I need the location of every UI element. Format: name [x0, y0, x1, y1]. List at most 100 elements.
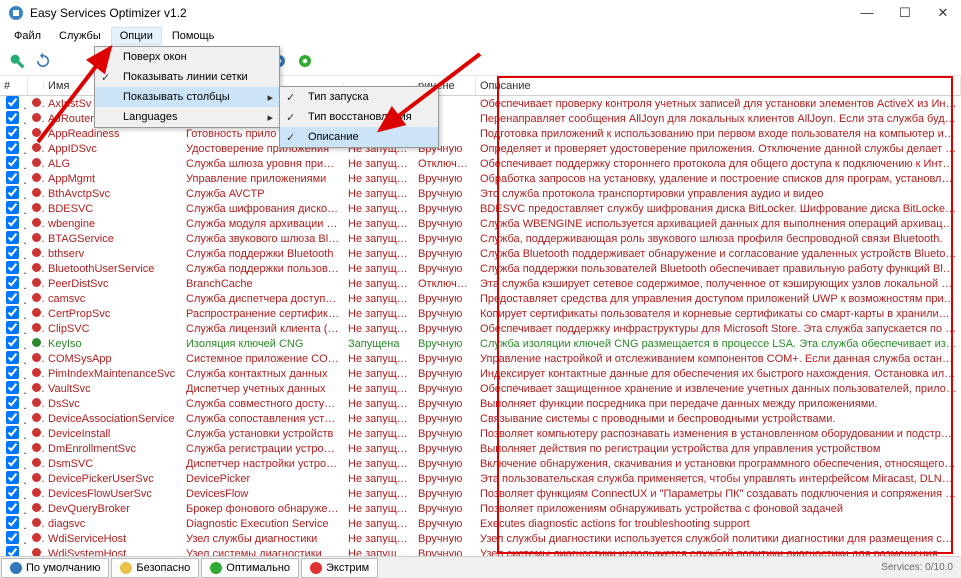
row-display: Служба сопоставления устро… — [182, 413, 344, 425]
menu-file[interactable]: Файл — [6, 28, 49, 44]
row-name: diagsvc — [44, 518, 182, 530]
preset-safe-button[interactable]: Безопасно — [111, 558, 199, 578]
row-startup: Вручную — [414, 518, 476, 530]
col-h-num[interactable]: # — [0, 77, 28, 95]
row-startup: Вручную — [414, 338, 476, 350]
row-checkbox[interactable] — [6, 366, 19, 379]
table-row[interactable]: 25DsmSVCДиспетчер настройки устрой…Не за… — [0, 456, 961, 471]
row-checkbox[interactable] — [6, 381, 19, 394]
row-checkbox[interactable] — [6, 441, 19, 454]
row-checkbox[interactable] — [6, 471, 19, 484]
wrench-icon[interactable] — [6, 50, 28, 72]
row-checkbox[interactable] — [6, 276, 19, 289]
row-checkbox[interactable] — [6, 111, 19, 124]
menu-item[interactable]: Languages▸ — [95, 107, 279, 127]
table-row[interactable]: 17KeyIsoИзоляция ключей CNGЗапущенаВручн… — [0, 336, 961, 351]
table-row[interactable]: 30WdiServiceHostУзел службы диагностикиН… — [0, 531, 961, 546]
table-row[interactable]: 7BthAvctpSvcСлужба AVCTPНе запущенаВручн… — [0, 186, 961, 201]
row-checkbox[interactable] — [6, 516, 19, 529]
row-checkbox[interactable] — [6, 291, 19, 304]
preset-extreme-button[interactable]: Экстрим — [301, 558, 378, 578]
table-row[interactable]: 14camsvcСлужба диспетчера доступа …Не за… — [0, 291, 961, 306]
table-row[interactable]: 15CertPropSvcРаспространение сертификата… — [0, 306, 961, 321]
gear-green-icon[interactable] — [294, 50, 316, 72]
table-row[interactable]: 16ClipSVCСлужба лицензий клиента (Cl…Не … — [0, 321, 961, 336]
row-checkbox[interactable] — [6, 216, 19, 229]
row-checkbox[interactable] — [6, 321, 19, 334]
preset-default-button[interactable]: По умолчанию — [1, 558, 109, 578]
row-checkbox[interactable] — [6, 456, 19, 469]
table-row[interactable]: 4AppIDSvcУдостоверение приложенияНе запу… — [0, 141, 961, 156]
table-row[interactable]: 26DevicePickerUserSvcDevicePickerНе запу… — [0, 471, 961, 486]
minimize-button[interactable]: — — [857, 5, 877, 21]
row-checkbox[interactable] — [6, 411, 19, 424]
table-row[interactable]: 23DeviceInstallСлужба установки устройст… — [0, 426, 961, 441]
table-row[interactable]: 29diagsvcDiagnostic Execution ServiceНе … — [0, 516, 961, 531]
preset-optimal-button[interactable]: Оптимально — [201, 558, 299, 578]
submenu-item[interactable]: ✓Тип восстановления — [280, 107, 438, 127]
table-row[interactable]: 20VaultSvcДиспетчер учетных данныхНе зап… — [0, 381, 961, 396]
row-checkbox[interactable] — [6, 171, 19, 184]
row-display: Диспетчер учетных данных — [182, 383, 344, 395]
row-description: Обеспечивает защищенное хранение и извле… — [476, 383, 961, 395]
menu-help[interactable]: Помощь — [164, 28, 223, 44]
row-checkbox[interactable] — [6, 426, 19, 439]
row-status: Не запущена — [344, 203, 414, 215]
row-checkbox[interactable] — [6, 336, 19, 349]
row-checkbox[interactable] — [6, 531, 19, 544]
table-row[interactable]: 18COMSysAppСистемное приложение COM+Не з… — [0, 351, 961, 366]
row-checkbox[interactable] — [6, 246, 19, 259]
table-row[interactable]: 21DsSvcСлужба совместного доступа…Не зап… — [0, 396, 961, 411]
row-checkbox[interactable] — [6, 231, 19, 244]
table-row[interactable]: 9wbengineСлужба модуля архивации на…Не з… — [0, 216, 961, 231]
row-checkbox[interactable] — [6, 141, 19, 154]
menu-item[interactable]: ✓Показывать линии сетки — [95, 67, 279, 87]
row-description: Выполняет функции посредника при передач… — [476, 398, 961, 410]
row-checkbox[interactable] — [6, 261, 19, 274]
refresh-icon[interactable] — [32, 50, 54, 72]
row-checkbox[interactable] — [6, 486, 19, 499]
table-row[interactable]: 13PeerDistSvcBranchCacheНе запущенаОтклю… — [0, 276, 961, 291]
menu-options[interactable]: Опции — [111, 27, 162, 45]
status-dot-icon — [28, 353, 44, 365]
row-display: Служба установки устройств — [182, 428, 344, 440]
menu-item[interactable]: Поверх окон — [95, 47, 279, 67]
row-checkbox[interactable] — [6, 126, 19, 139]
status-dot-icon — [28, 488, 44, 500]
submenu-item[interactable]: ✓Тип запуска — [280, 87, 438, 107]
row-checkbox[interactable] — [6, 396, 19, 409]
table-row[interactable]: 28DevQueryBrokerБрокер фонового обнаруже… — [0, 501, 961, 516]
table-row[interactable]: 12BluetoothUserServiceСлужба поддержки п… — [0, 261, 961, 276]
row-checkbox[interactable] — [6, 501, 19, 514]
table-row[interactable]: 10BTAGServiceСлужба звукового шлюза Blu…… — [0, 231, 961, 246]
table-row[interactable]: 3AppReadinessГотовность прилонуюПодготов… — [0, 126, 961, 141]
row-checkbox[interactable] — [6, 156, 19, 169]
row-checkbox[interactable] — [6, 201, 19, 214]
submenu-item[interactable]: ✓Описание — [280, 127, 438, 147]
row-num: 26 — [0, 471, 28, 487]
services-list[interactable]: 1AxInstSvнуюОбеспечивает проверку контро… — [0, 96, 961, 558]
row-checkbox[interactable] — [6, 186, 19, 199]
row-num: 24 — [0, 441, 28, 457]
table-row[interactable]: 5ALGСлужба шлюза уровня прило…Не запущен… — [0, 156, 961, 171]
maximize-button[interactable]: ☐ — [895, 5, 915, 21]
row-startup: Вручную — [414, 503, 476, 515]
menu-item[interactable]: Показывать столбцы▸ — [95, 87, 279, 107]
row-checkbox[interactable] — [6, 96, 19, 109]
table-row[interactable]: 11bthservСлужба поддержки BluetoothНе за… — [0, 246, 961, 261]
table-row[interactable]: 22DeviceAssociationServiceСлужба сопоста… — [0, 411, 961, 426]
table-row[interactable]: 8BDESVCСлужба шифрования дисков …Не запу… — [0, 201, 961, 216]
row-checkbox[interactable] — [6, 306, 19, 319]
col-h-desc[interactable]: Описание — [476, 77, 961, 95]
row-checkbox[interactable] — [6, 351, 19, 364]
row-description: Подготовка приложений к использованию пр… — [476, 128, 961, 140]
row-display: DevicePicker — [182, 473, 344, 485]
table-row[interactable]: 19PimIndexMaintenanceSvcСлужба контактны… — [0, 366, 961, 381]
status-dot-icon — [28, 323, 44, 335]
table-row[interactable]: 6AppMgmtУправление приложениямиНе запуще… — [0, 171, 961, 186]
menu-services[interactable]: Службы — [51, 28, 109, 44]
close-button[interactable]: ✕ — [933, 5, 953, 21]
table-row[interactable]: 27DevicesFlowUserSvcDevicesFlowНе запуще… — [0, 486, 961, 501]
status-dot-icon — [28, 278, 44, 290]
table-row[interactable]: 24DmEnrollmentSvcСлужба регистрации устр… — [0, 441, 961, 456]
